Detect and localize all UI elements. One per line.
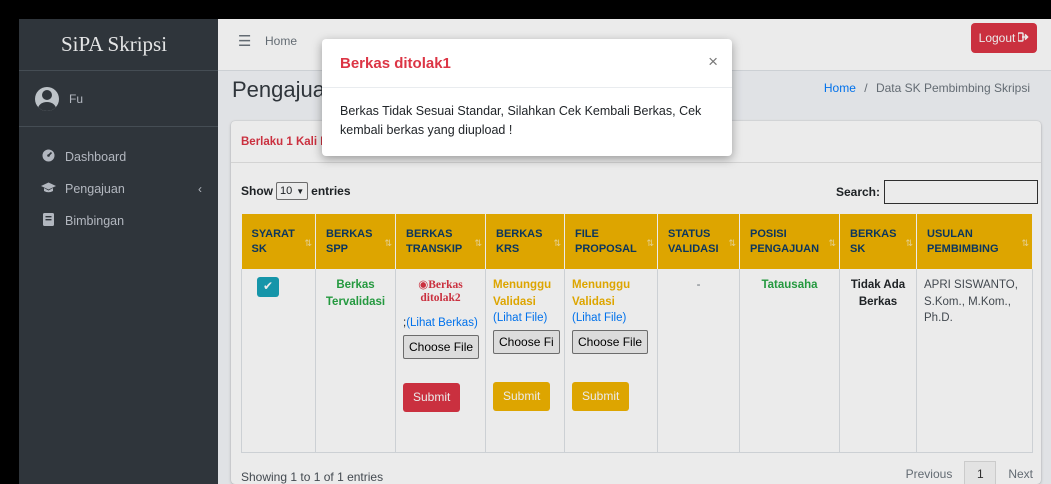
modal-body: Berkas Tidak Sesuai Standar, Silahkan Ce… — [340, 104, 702, 138]
modal-header: Berkas ditolak1 × — [322, 39, 732, 88]
modal-title: Berkas ditolak1 — [340, 54, 451, 72]
close-icon[interactable]: × — [708, 52, 718, 72]
rejection-modal: Berkas ditolak1 × Berkas Tidak Sesuai St… — [322, 39, 732, 156]
